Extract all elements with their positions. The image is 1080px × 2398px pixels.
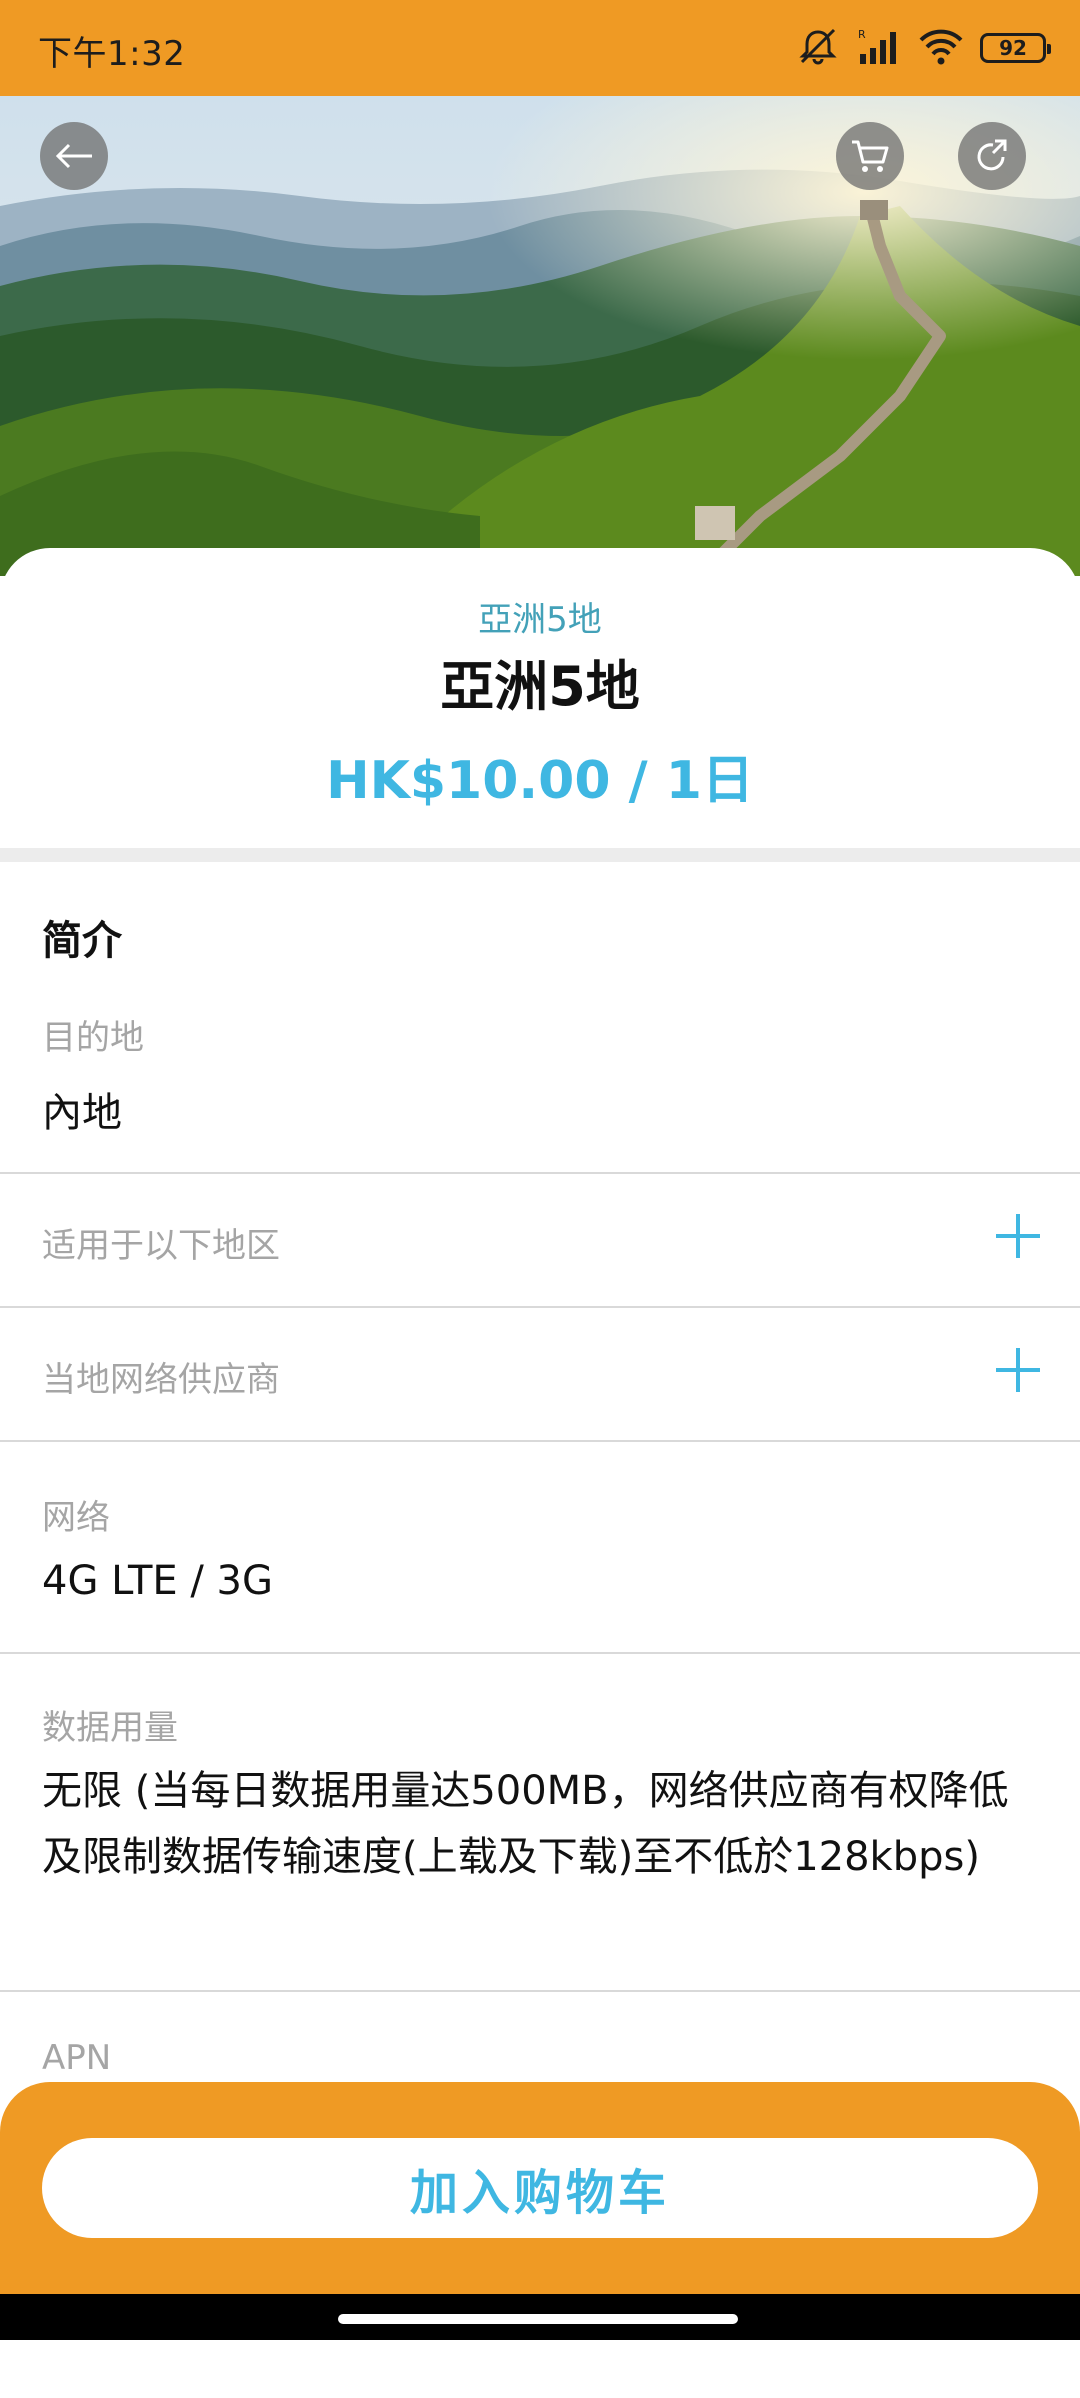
share-button[interactable] (958, 122, 1026, 190)
divider (0, 1172, 1080, 1174)
status-bar: 下午1:32 R 92 (0, 0, 1080, 96)
bottom-bar: 加入购物车 (0, 2082, 1080, 2294)
cart-icon (852, 140, 889, 172)
data-usage-value: 无限 (当每日数据用量达500MB，网络供应商有权降低及限制数据传输速度(上载及… (42, 1768, 1009, 1880)
network-value: 4G LTE / 3G (42, 1558, 273, 1604)
mute-icon (796, 26, 840, 70)
destination-label: 目的地 (42, 1018, 144, 1058)
regions-label: 适用于以下地区 (42, 1226, 280, 1266)
destination-value: 內地 (42, 1090, 122, 1136)
product-title: 亞洲5地 (440, 655, 640, 718)
divider (0, 1440, 1080, 1442)
section-separator (0, 848, 1080, 862)
apn-label: APN (42, 2038, 112, 2078)
cart-button[interactable] (836, 122, 904, 190)
gesture-nav-area (0, 2294, 1080, 2340)
great-wall-landscape (0, 96, 1080, 576)
status-time: 下午1:32 (38, 34, 186, 74)
signal-icon: R (856, 26, 902, 70)
hero-image (0, 96, 1080, 576)
divider (0, 1990, 1080, 1992)
product-price: HK$10.00 / 1日 (326, 751, 754, 811)
data-usage-label: 数据用量 (42, 1708, 178, 1748)
battery-icon: 92 (980, 33, 1051, 63)
wifi-icon (918, 26, 964, 70)
divider (0, 1306, 1080, 1308)
add-to-cart-button[interactable]: 加入购物车 (42, 2138, 1038, 2238)
back-arrow-icon (55, 143, 92, 169)
svg-text:R: R (858, 28, 866, 41)
plus-icon[interactable] (994, 1346, 1042, 1394)
section-title-intro: 简介 (42, 918, 122, 964)
plus-icon[interactable] (994, 1212, 1042, 1260)
divider (0, 1652, 1080, 1654)
share-icon (977, 139, 1007, 171)
carriers-label: 当地网络供应商 (42, 1360, 280, 1400)
network-label: 网络 (42, 1498, 110, 1538)
product-subtitle: 亞洲5地 (478, 600, 602, 640)
battery-level: 92 (999, 36, 1027, 60)
status-icons: R 92 (796, 24, 1051, 72)
home-indicator[interactable] (338, 2314, 738, 2324)
back-button[interactable] (40, 122, 108, 190)
